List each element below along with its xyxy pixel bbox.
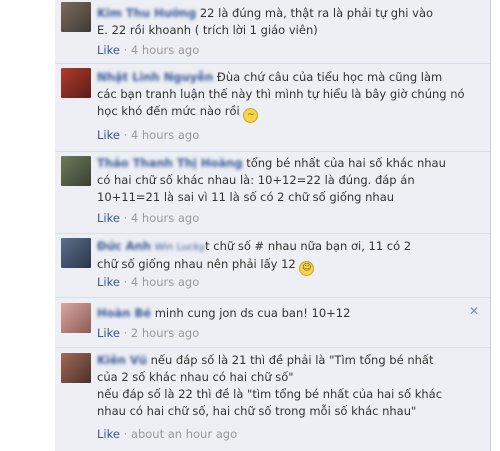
comment-author[interactable]: Đức Anh <box>97 239 151 253</box>
like-link[interactable]: Like <box>97 211 120 225</box>
avatar[interactable] <box>61 353 91 383</box>
comment-item: Kiên Vũ nếu đáp số là 21 thì đề phải là … <box>55 348 490 451</box>
comment-author[interactable]: Kim Thu Hường <box>97 6 196 20</box>
like-link[interactable]: Like <box>97 427 120 441</box>
comment-timestamp[interactable]: 4 hours ago <box>131 211 199 225</box>
comment-item: Thảo Thanh Thị Hoàng tổng bé nhất của ha… <box>55 152 490 232</box>
comment-author[interactable]: Kiên Vũ <box>97 353 147 367</box>
comment-author[interactable]: Hoàn Bé <box>97 306 151 320</box>
comment-body: Kiên Vũ nếu đáp số là 21 thì đề phải là … <box>97 352 482 420</box>
comment-text: minh cung jon ds cua ban! 10+12 <box>154 306 351 320</box>
like-link[interactable]: Like <box>97 275 120 289</box>
comment-body: Hoàn Bé minh cung jon ds cua ban! 10+12 <box>97 305 482 322</box>
comment-body: Nhật Linh Nguyễn Đùa chứ câu của tiểu họ… <box>97 69 482 123</box>
comment-meta: Like · 4 hours ago <box>97 43 200 57</box>
comment-timestamp[interactable]: 4 hours ago <box>131 275 199 289</box>
avatar[interactable] <box>61 156 91 186</box>
comment-item: Nhật Linh Nguyễn Đùa chứ câu của tiểu họ… <box>55 64 490 150</box>
comment-text: nếu đáp số là 21 thì đề phải là "Tìm tổn… <box>97 353 443 418</box>
comment-author[interactable]: Nhật Linh Nguyễn <box>97 70 213 84</box>
comment-meta: Like · 4 hours ago <box>97 275 200 289</box>
comment-author-extra: Win Lucky <box>154 242 206 253</box>
comment-meta: Like · 2 hours ago <box>97 326 200 340</box>
like-link[interactable]: Like <box>97 326 120 340</box>
confused-emoji-icon: ~ <box>243 108 259 123</box>
comment-timestamp[interactable]: 4 hours ago <box>131 128 199 142</box>
comment-timestamp[interactable]: 2 hours ago <box>131 326 199 340</box>
like-link[interactable]: Like <box>97 43 120 57</box>
comment-meta: Like · about an hour ago <box>97 427 238 441</box>
comment-body: Đức Anh Win Luckyt chữ số # nhau nữa bạn… <box>97 238 482 276</box>
thread-border <box>490 0 491 451</box>
close-icon[interactable]: ✕ <box>468 305 480 317</box>
comment-timestamp[interactable]: about an hour ago <box>131 427 237 441</box>
comment-item: Kim Thu Hường 22 là đúng mà, thật ra là … <box>55 0 490 62</box>
comment-meta: Like · 4 hours ago <box>97 128 200 142</box>
avatar[interactable] <box>61 2 91 32</box>
comment-item: Đức Anh Win Luckyt chữ số # nhau nữa bạn… <box>55 234 490 296</box>
avatar[interactable] <box>61 238 91 268</box>
comment-body: Kim Thu Hường 22 là đúng mà, thật ra là … <box>97 5 482 39</box>
comment-item: Hoàn Bé minh cung jon ds cua ban! 10+12 … <box>55 298 490 346</box>
comment-meta: Like · 4 hours ago <box>97 211 200 225</box>
comment-body: Thảo Thanh Thị Hoàng tổng bé nhất của ha… <box>97 155 482 206</box>
comment-timestamp[interactable]: 4 hours ago <box>131 43 199 57</box>
avatar[interactable] <box>61 68 91 98</box>
comment-author[interactable]: Thảo Thanh Thị Hoàng <box>97 156 243 170</box>
avatar[interactable] <box>61 303 91 333</box>
like-link[interactable]: Like <box>97 128 120 142</box>
